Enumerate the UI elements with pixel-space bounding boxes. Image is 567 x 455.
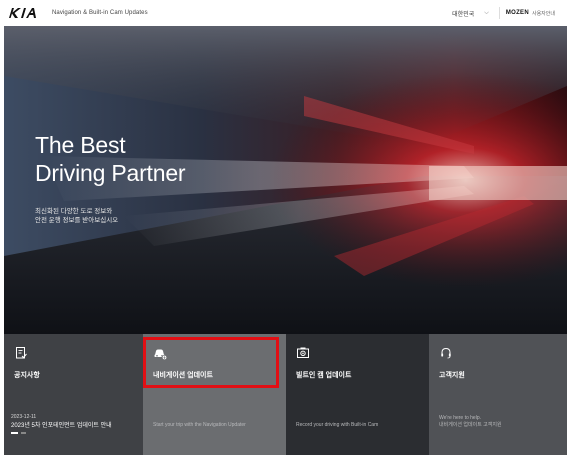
card-notice[interactable]: 공지사항 2023-12-11 2023년 5차 인포테인먼트 업데이트 안내 xyxy=(4,334,143,455)
card-customer-support[interactable]: 고객지원 We're here to help. 내비게이션 업데이트 고객지원 xyxy=(429,334,567,455)
mozen-brand: MOZEN xyxy=(505,10,529,16)
card-notice-title: 공지사항 xyxy=(14,372,40,379)
camera-icon xyxy=(297,347,309,358)
hero-banner: The Best Driving Partner 최신화된 다양한 도로 정보와… xyxy=(4,26,567,334)
kia-logo[interactable] xyxy=(8,6,42,20)
mozen-sub-label: 사용자안내 xyxy=(531,10,555,17)
card-navigation-title: 내비게이션 업데이트 xyxy=(153,372,213,379)
pager-dot-active[interactable] xyxy=(11,432,18,434)
headset-icon xyxy=(441,347,451,359)
hero-description: 최신화된 다양한 도로 정보와 안전 운행 정보를 받아보십시오 xyxy=(35,208,119,224)
card-support-title: 고객지원 xyxy=(439,372,465,379)
card-cam-title: 빌트인 캠 업데이트 xyxy=(296,372,352,379)
header-right: 대한민국 ⌵ MOZEN 사용자안내 xyxy=(448,5,559,21)
card-cam-desc: Record your driving with Built-in Cam xyxy=(296,422,379,428)
pager-dot[interactable] xyxy=(21,432,26,434)
country-label: 대한민국 xyxy=(452,11,475,18)
notice-headline[interactable]: 2023년 5차 인포테인먼트 업데이트 안내 xyxy=(11,420,112,429)
notice-pager[interactable] xyxy=(11,432,26,434)
card-builtin-cam-update[interactable]: 빌트인 캠 업데이트 Record your driving with Buil… xyxy=(286,334,429,455)
car-update-icon xyxy=(154,349,167,360)
card-navigation-update[interactable]: 내비게이션 업데이트 Start your trip with the Navi… xyxy=(143,334,286,455)
header-divider xyxy=(498,7,500,19)
notice-icon xyxy=(16,347,27,359)
chevron-down-icon: ⌵ xyxy=(484,9,489,16)
mozen-link[interactable]: MOZEN 사용자안내 xyxy=(506,10,559,17)
site-title: Navigation & Built-in Cam Updates xyxy=(52,10,148,16)
menu-cards: 공지사항 2023-12-11 2023년 5차 인포테인먼트 업데이트 안내 … xyxy=(4,334,567,455)
card-navigation-desc: Start your trip with the Navigation Upda… xyxy=(153,422,246,428)
hero-title: The Best Driving Partner xyxy=(35,132,186,186)
country-select[interactable]: 대한민국 ⌵ xyxy=(448,5,493,21)
site-header: Navigation & Built-in Cam Updates 대한민국 ⌵… xyxy=(0,0,567,26)
card-support-desc: We're here to help. 내비게이션 업데이트 고객지원 xyxy=(439,415,502,428)
